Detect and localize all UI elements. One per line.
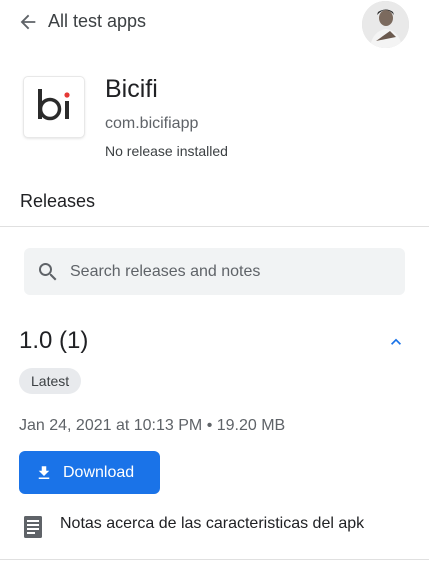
back-link-label[interactable]: All test apps xyxy=(48,11,146,32)
divider xyxy=(0,559,429,560)
chevron-up-icon xyxy=(391,338,401,345)
top-bar: All test apps xyxy=(0,0,429,48)
bicifi-logo-icon xyxy=(38,89,70,121)
releases-heading: Releases xyxy=(20,191,96,211)
latest-badge: Latest xyxy=(19,368,82,394)
user-avatar-icon xyxy=(362,1,409,48)
app-name: Bicifi xyxy=(105,75,158,103)
back-button[interactable] xyxy=(14,8,42,36)
install-status: No release installed xyxy=(105,143,228,159)
release-meta: Jan 24, 2021 at 10:13 PM • 19.20 MB xyxy=(19,417,286,434)
download-label: Download xyxy=(63,463,135,481)
search-input[interactable] xyxy=(70,262,390,281)
download-icon xyxy=(38,465,50,479)
release-version: 1.0 (1) xyxy=(19,327,89,354)
app-package-id: com.bicifiapp xyxy=(105,115,199,132)
collapse-button[interactable] xyxy=(384,330,408,354)
divider xyxy=(0,226,429,227)
release-notes-text: Notas acerca de las caracteristicas del … xyxy=(60,515,365,532)
app-icon xyxy=(24,77,84,137)
arrow-back-icon xyxy=(20,14,36,30)
download-button[interactable]: Download xyxy=(19,451,160,494)
avatar[interactable] xyxy=(362,1,409,48)
search-box[interactable] xyxy=(24,248,405,295)
release-notes-icon xyxy=(24,516,42,538)
search-icon xyxy=(39,262,57,280)
